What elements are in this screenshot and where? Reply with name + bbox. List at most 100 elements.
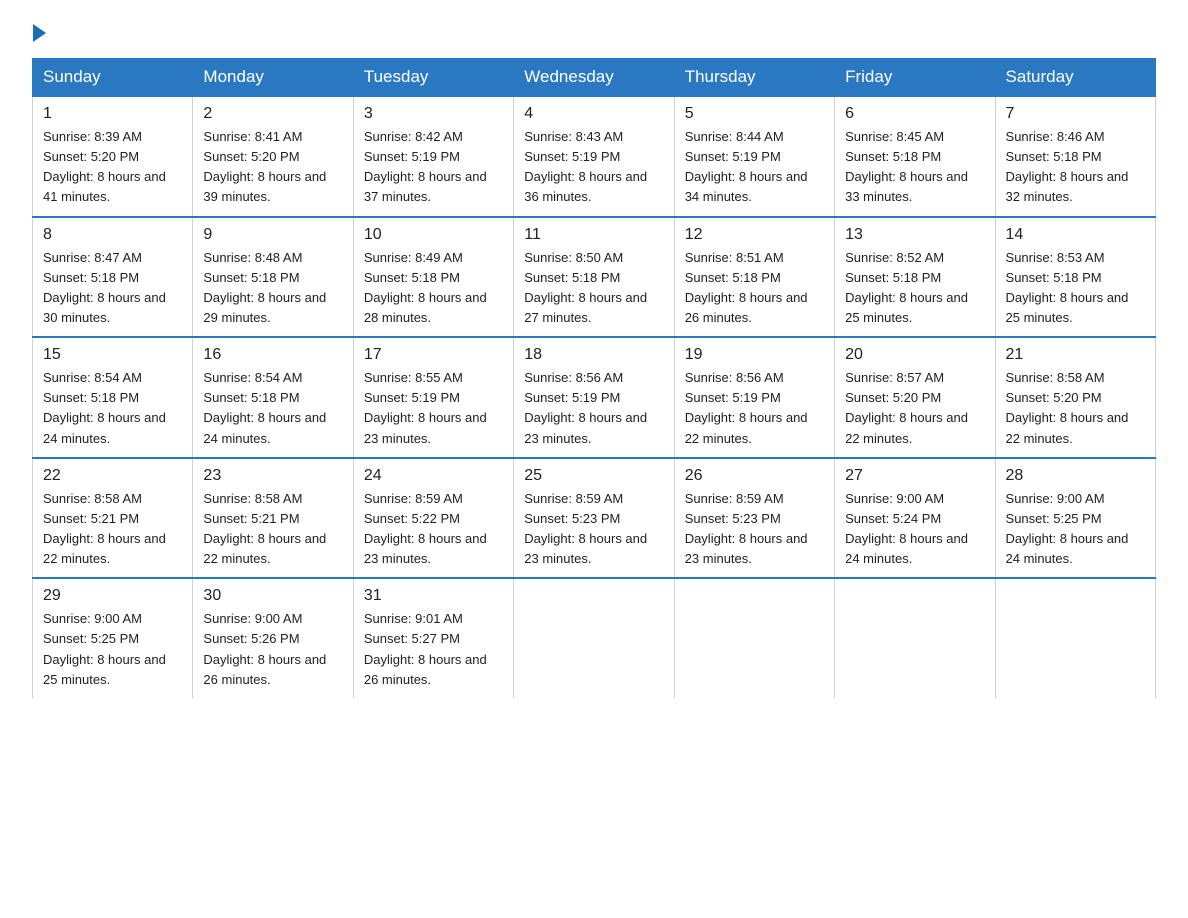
day-number: 21 [1006, 346, 1145, 364]
day-number: 3 [364, 105, 503, 123]
weekday-header-saturday: Saturday [995, 59, 1155, 97]
day-number: 2 [203, 105, 342, 123]
day-info: Sunrise: 8:42 AMSunset: 5:19 PMDaylight:… [364, 129, 487, 204]
day-info: Sunrise: 8:58 AMSunset: 5:21 PMDaylight:… [43, 491, 166, 566]
day-number: 16 [203, 346, 342, 364]
weekday-header-wednesday: Wednesday [514, 59, 674, 97]
day-number: 13 [845, 226, 984, 244]
calendar-day-cell: 8 Sunrise: 8:47 AMSunset: 5:18 PMDayligh… [33, 217, 193, 338]
calendar-day-cell: 27 Sunrise: 9:00 AMSunset: 5:24 PMDaylig… [835, 458, 995, 579]
day-number: 10 [364, 226, 503, 244]
weekday-header-thursday: Thursday [674, 59, 834, 97]
calendar-day-cell: 13 Sunrise: 8:52 AMSunset: 5:18 PMDaylig… [835, 217, 995, 338]
calendar-week-row: 8 Sunrise: 8:47 AMSunset: 5:18 PMDayligh… [33, 217, 1156, 338]
day-number: 7 [1006, 105, 1145, 123]
day-info: Sunrise: 8:56 AMSunset: 5:19 PMDaylight:… [524, 370, 647, 445]
day-info: Sunrise: 9:00 AMSunset: 5:25 PMDaylight:… [43, 611, 166, 686]
day-info: Sunrise: 8:56 AMSunset: 5:19 PMDaylight:… [685, 370, 808, 445]
calendar-day-cell: 11 Sunrise: 8:50 AMSunset: 5:18 PMDaylig… [514, 217, 674, 338]
calendar-day-cell: 6 Sunrise: 8:45 AMSunset: 5:18 PMDayligh… [835, 96, 995, 217]
day-number: 4 [524, 105, 663, 123]
day-number: 30 [203, 587, 342, 605]
calendar-table: SundayMondayTuesdayWednesdayThursdayFrid… [32, 58, 1156, 698]
calendar-day-cell: 23 Sunrise: 8:58 AMSunset: 5:21 PMDaylig… [193, 458, 353, 579]
weekday-header-tuesday: Tuesday [353, 59, 513, 97]
calendar-day-cell: 16 Sunrise: 8:54 AMSunset: 5:18 PMDaylig… [193, 337, 353, 458]
calendar-day-cell: 9 Sunrise: 8:48 AMSunset: 5:18 PMDayligh… [193, 217, 353, 338]
day-info: Sunrise: 8:43 AMSunset: 5:19 PMDaylight:… [524, 129, 647, 204]
calendar-day-cell: 24 Sunrise: 8:59 AMSunset: 5:22 PMDaylig… [353, 458, 513, 579]
calendar-empty-cell [835, 578, 995, 698]
day-info: Sunrise: 9:00 AMSunset: 5:24 PMDaylight:… [845, 491, 968, 566]
day-info: Sunrise: 8:48 AMSunset: 5:18 PMDaylight:… [203, 250, 326, 325]
calendar-day-cell: 5 Sunrise: 8:44 AMSunset: 5:19 PMDayligh… [674, 96, 834, 217]
calendar-day-cell: 3 Sunrise: 8:42 AMSunset: 5:19 PMDayligh… [353, 96, 513, 217]
day-info: Sunrise: 8:51 AMSunset: 5:18 PMDaylight:… [685, 250, 808, 325]
day-number: 31 [364, 587, 503, 605]
calendar-day-cell: 30 Sunrise: 9:00 AMSunset: 5:26 PMDaylig… [193, 578, 353, 698]
calendar-day-cell: 20 Sunrise: 8:57 AMSunset: 5:20 PMDaylig… [835, 337, 995, 458]
day-info: Sunrise: 8:47 AMSunset: 5:18 PMDaylight:… [43, 250, 166, 325]
day-info: Sunrise: 8:46 AMSunset: 5:18 PMDaylight:… [1006, 129, 1129, 204]
calendar-day-cell: 25 Sunrise: 8:59 AMSunset: 5:23 PMDaylig… [514, 458, 674, 579]
calendar-empty-cell [674, 578, 834, 698]
day-number: 12 [685, 226, 824, 244]
day-number: 28 [1006, 467, 1145, 485]
page-header [32, 24, 1156, 42]
day-info: Sunrise: 9:00 AMSunset: 5:25 PMDaylight:… [1006, 491, 1129, 566]
day-number: 17 [364, 346, 503, 364]
day-number: 15 [43, 346, 182, 364]
day-info: Sunrise: 8:58 AMSunset: 5:20 PMDaylight:… [1006, 370, 1129, 445]
day-number: 22 [43, 467, 182, 485]
day-number: 25 [524, 467, 663, 485]
day-number: 6 [845, 105, 984, 123]
day-info: Sunrise: 8:50 AMSunset: 5:18 PMDaylight:… [524, 250, 647, 325]
calendar-day-cell: 2 Sunrise: 8:41 AMSunset: 5:20 PMDayligh… [193, 96, 353, 217]
calendar-day-cell: 15 Sunrise: 8:54 AMSunset: 5:18 PMDaylig… [33, 337, 193, 458]
day-info: Sunrise: 8:45 AMSunset: 5:18 PMDaylight:… [845, 129, 968, 204]
weekday-header-sunday: Sunday [33, 59, 193, 97]
calendar-week-row: 22 Sunrise: 8:58 AMSunset: 5:21 PMDaylig… [33, 458, 1156, 579]
day-number: 19 [685, 346, 824, 364]
calendar-day-cell: 10 Sunrise: 8:49 AMSunset: 5:18 PMDaylig… [353, 217, 513, 338]
calendar-day-cell: 28 Sunrise: 9:00 AMSunset: 5:25 PMDaylig… [995, 458, 1155, 579]
calendar-week-row: 15 Sunrise: 8:54 AMSunset: 5:18 PMDaylig… [33, 337, 1156, 458]
day-info: Sunrise: 8:54 AMSunset: 5:18 PMDaylight:… [203, 370, 326, 445]
calendar-day-cell: 31 Sunrise: 9:01 AMSunset: 5:27 PMDaylig… [353, 578, 513, 698]
day-number: 14 [1006, 226, 1145, 244]
calendar-day-cell: 1 Sunrise: 8:39 AMSunset: 5:20 PMDayligh… [33, 96, 193, 217]
calendar-day-cell: 19 Sunrise: 8:56 AMSunset: 5:19 PMDaylig… [674, 337, 834, 458]
logo [32, 24, 46, 42]
day-info: Sunrise: 8:54 AMSunset: 5:18 PMDaylight:… [43, 370, 166, 445]
day-info: Sunrise: 8:55 AMSunset: 5:19 PMDaylight:… [364, 370, 487, 445]
day-info: Sunrise: 8:49 AMSunset: 5:18 PMDaylight:… [364, 250, 487, 325]
day-number: 1 [43, 105, 182, 123]
calendar-day-cell: 12 Sunrise: 8:51 AMSunset: 5:18 PMDaylig… [674, 217, 834, 338]
weekday-header-friday: Friday [835, 59, 995, 97]
calendar-day-cell: 18 Sunrise: 8:56 AMSunset: 5:19 PMDaylig… [514, 337, 674, 458]
day-info: Sunrise: 8:52 AMSunset: 5:18 PMDaylight:… [845, 250, 968, 325]
day-info: Sunrise: 8:57 AMSunset: 5:20 PMDaylight:… [845, 370, 968, 445]
day-number: 8 [43, 226, 182, 244]
day-info: Sunrise: 8:39 AMSunset: 5:20 PMDaylight:… [43, 129, 166, 204]
day-number: 24 [364, 467, 503, 485]
weekday-header-monday: Monday [193, 59, 353, 97]
calendar-day-cell: 21 Sunrise: 8:58 AMSunset: 5:20 PMDaylig… [995, 337, 1155, 458]
calendar-week-row: 1 Sunrise: 8:39 AMSunset: 5:20 PMDayligh… [33, 96, 1156, 217]
day-info: Sunrise: 8:58 AMSunset: 5:21 PMDaylight:… [203, 491, 326, 566]
calendar-day-cell: 26 Sunrise: 8:59 AMSunset: 5:23 PMDaylig… [674, 458, 834, 579]
day-number: 18 [524, 346, 663, 364]
day-number: 9 [203, 226, 342, 244]
day-info: Sunrise: 8:59 AMSunset: 5:22 PMDaylight:… [364, 491, 487, 566]
day-info: Sunrise: 8:44 AMSunset: 5:19 PMDaylight:… [685, 129, 808, 204]
day-info: Sunrise: 8:41 AMSunset: 5:20 PMDaylight:… [203, 129, 326, 204]
day-number: 29 [43, 587, 182, 605]
day-number: 5 [685, 105, 824, 123]
logo-triangle-icon [33, 24, 46, 42]
day-info: Sunrise: 8:59 AMSunset: 5:23 PMDaylight:… [685, 491, 808, 566]
calendar-day-cell: 7 Sunrise: 8:46 AMSunset: 5:18 PMDayligh… [995, 96, 1155, 217]
day-number: 23 [203, 467, 342, 485]
day-number: 26 [685, 467, 824, 485]
day-info: Sunrise: 8:59 AMSunset: 5:23 PMDaylight:… [524, 491, 647, 566]
calendar-header-row: SundayMondayTuesdayWednesdayThursdayFrid… [33, 59, 1156, 97]
